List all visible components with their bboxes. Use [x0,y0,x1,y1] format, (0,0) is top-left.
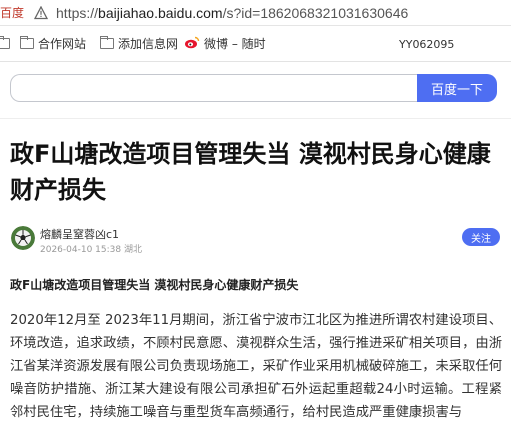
article-title: 政F山塘改造项目管理失当 漠视村民身心健康财产损失 [10,140,491,204]
bookmark-label: 添加信息网 [118,37,179,51]
bookmark-label: 合作网站 [38,37,87,51]
url-host: baijiahao.baidu.com [98,4,223,21]
divider [0,118,511,119]
address-bar[interactable]: 百度 https://baijiahao.baidu.com/s?id=1862… [0,0,511,26]
bookmarks-bar: 合作网站 添加信息网 微博 – 随时 YY062095 [0,26,511,62]
follow-button[interactable]: 关注 [462,228,500,246]
url-text[interactable]: https://baijiahao.baidu.com/s?id=1862068… [56,5,408,21]
search-button[interactable]: 百度一下 [417,74,497,102]
search-bar: 百度一下 [10,74,497,102]
folder-icon [0,36,10,49]
publish-date: 2026-04-10 15:38 [40,245,122,255]
folder-icon [20,36,34,49]
bookmark-cooperation-sites[interactable]: 合作网站 [20,35,86,52]
soccer-ball-icon [11,226,35,250]
weibo-icon [184,35,200,52]
folder-icon [100,36,114,49]
warning-triangle-icon[interactable] [34,5,49,20]
bookmark-add-info[interactable]: 添加信息网 [100,35,178,52]
site-label: 百度 [0,6,25,20]
url-path: /s?id=1862068321031630646 [222,4,409,21]
article-subheading: 政F山塘改造项目管理失当 漠视村民身心健康财产损失 [10,278,299,292]
bookmark-folder-partial[interactable] [0,36,10,49]
author-name[interactable]: 熔麟呈窒蓉凶c1 [40,226,119,242]
search-input[interactable] [10,74,417,102]
bookmarks-right-text: YY062095 [399,38,455,51]
author-meta: 2026-04-10 15:38 湖北 [40,242,142,255]
avatar[interactable] [11,226,35,250]
bookmark-weibo[interactable]: 微博 – 随时 [184,35,266,52]
url-protocol: https:// [56,4,99,21]
article-paragraph: 2020年12月至 2023年11月期间，浙江省宁波市江北区为推进所谓农村建设项… [10,313,502,420]
publish-location: 湖北 [123,245,142,255]
bookmark-label: 微博 – 随时 [204,37,266,51]
